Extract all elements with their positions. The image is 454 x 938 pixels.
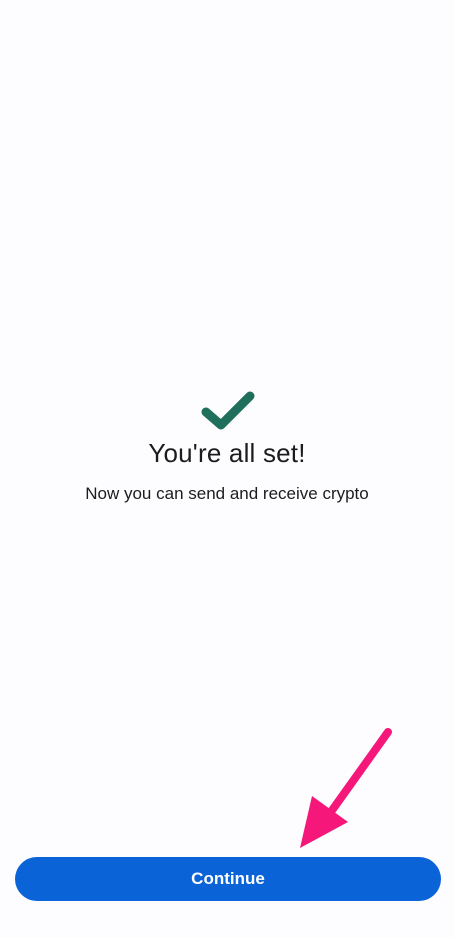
success-title: You're all set! <box>148 438 306 468</box>
check-icon <box>201 391 255 430</box>
continue-button[interactable]: Continue <box>15 857 441 901</box>
success-screen: You're all set! Now you can send and rec… <box>0 0 454 938</box>
success-subtitle: Now you can send and receive crypto <box>85 484 369 503</box>
arrow-pointer-icon <box>300 728 392 848</box>
